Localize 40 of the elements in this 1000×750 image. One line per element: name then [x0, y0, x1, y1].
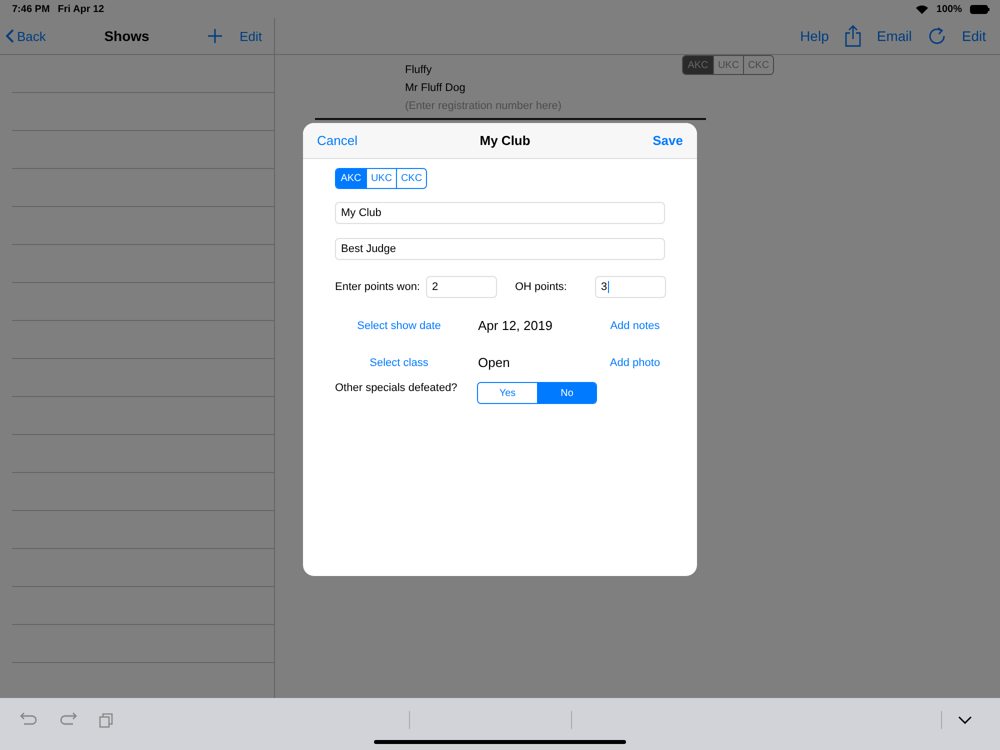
points-label: Enter points won: [335, 281, 421, 293]
sidebar-title: Shows [103, 28, 150, 44]
segment-tab[interactable]: CKC [743, 56, 773, 74]
battery-icon [970, 4, 990, 14]
specials-label: Other specials defeated? [335, 382, 458, 394]
edit-button[interactable]: Edit [240, 28, 262, 44]
select-date-link[interactable]: Select show date [357, 320, 441, 332]
back-button[interactable]: Back [6, 28, 46, 44]
segment-tab[interactable]: CKC [396, 169, 426, 188]
chevron-left-icon [6, 29, 14, 43]
chevron-down-icon[interactable] [958, 716, 972, 724]
battery-percent: 100% [936, 4, 962, 14]
judge-field[interactable]: Best Judge [335, 238, 665, 260]
oh-points-label: OH points: [515, 281, 568, 293]
oh-points-field[interactable]: 3 [595, 276, 666, 298]
status-time: 7:46 PM [12, 4, 50, 14]
wifi-icon [916, 4, 928, 14]
show-date: Apr 12, 2019 [478, 318, 552, 333]
toolbar-button[interactable]: Edit [962, 28, 986, 44]
save-button[interactable]: Save [652, 133, 683, 148]
plus-icon[interactable] [208, 29, 222, 43]
segment-tab[interactable]: No [537, 383, 596, 403]
copy-icon[interactable] [99, 712, 113, 728]
refresh-icon[interactable] [928, 27, 946, 45]
detail-text: Mr Fluff Dog [405, 82, 466, 94]
points-field[interactable]: 2 [426, 276, 497, 298]
status-date: Fri Apr 12 [58, 4, 104, 14]
toolbar-button[interactable]: Help [800, 28, 829, 44]
class-value: Open [478, 355, 510, 370]
detail-text: Fluffy [405, 64, 432, 76]
dialog-title: My Club [478, 133, 532, 148]
select-class-link[interactable]: Select class [370, 356, 428, 368]
club-field[interactable]: My Club [335, 202, 665, 224]
toolbar-button[interactable]: Email [876, 28, 912, 44]
segment-tab[interactable]: AKC [683, 56, 713, 74]
share-icon[interactable] [844, 25, 861, 47]
add-notes-link[interactable]: Add notes [610, 320, 660, 332]
segment-tab[interactable]: AKC [336, 169, 366, 188]
cancel-button[interactable]: Cancel [317, 133, 358, 148]
add-photo-link[interactable]: Add photo [610, 356, 660, 368]
